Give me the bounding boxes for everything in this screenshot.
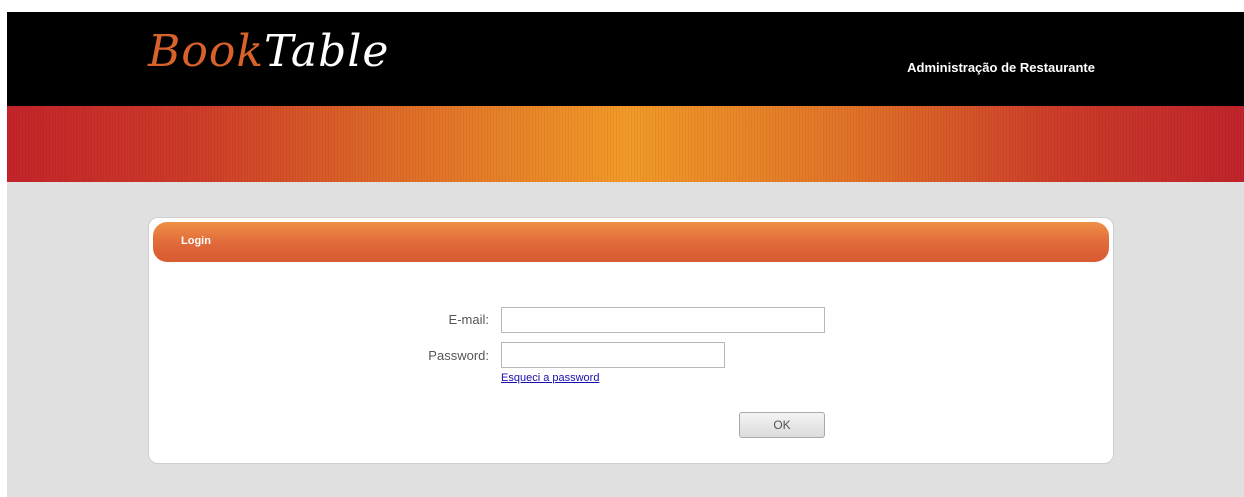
page-background: BookTable Administração de Restaurante L… — [7, 12, 1244, 497]
forgot-password-link[interactable]: Esqueci a password — [501, 372, 599, 384]
login-title: Login — [181, 235, 211, 247]
password-field[interactable] — [501, 342, 725, 368]
logo-text-book: Book — [148, 26, 264, 77]
password-label: Password: — [428, 348, 489, 363]
decorative-banner — [7, 106, 1244, 182]
login-panel-header: Login — [153, 222, 1109, 262]
top-header-bar: BookTable Administração de Restaurante — [7, 12, 1244, 106]
email-label: E-mail: — [448, 312, 489, 327]
email-field[interactable] — [501, 307, 825, 333]
booktable-logo[interactable]: BookTable — [148, 26, 389, 78]
login-panel: Login E-mail: Password: Esqueci a passwo… — [148, 217, 1114, 464]
logo-text-table: Table — [263, 26, 390, 77]
section-title: Administração de Restaurante — [907, 60, 1095, 75]
ok-button[interactable]: OK — [739, 412, 825, 438]
